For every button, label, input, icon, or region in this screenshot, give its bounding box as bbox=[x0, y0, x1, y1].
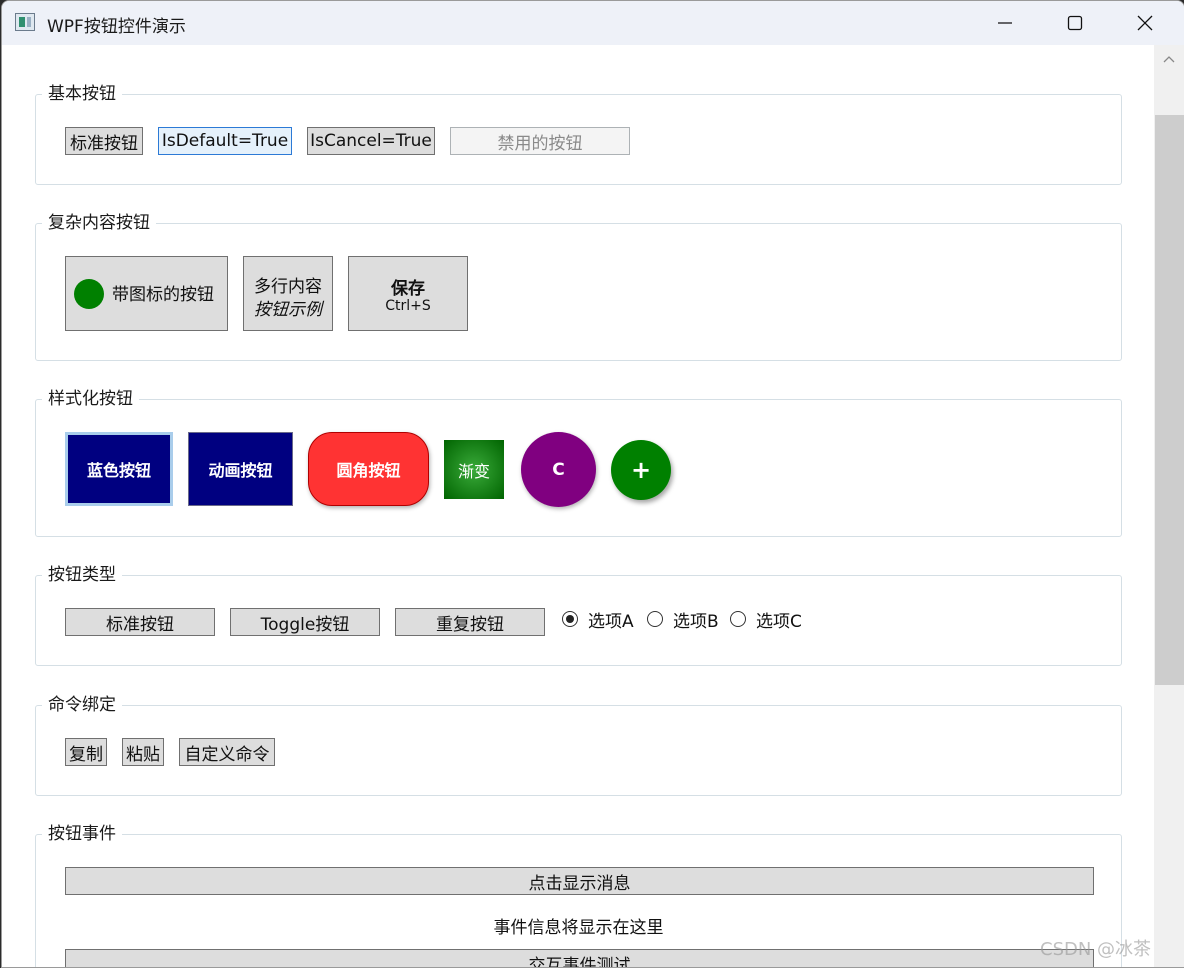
add-button[interactable]: + bbox=[611, 440, 671, 500]
watermark: CSDN @冰茶 bbox=[1040, 939, 1152, 960]
multiline-button[interactable]: 多行内容 按钮示例 bbox=[243, 256, 333, 331]
group-header-types: 按钮类型 bbox=[42, 564, 122, 586]
radio-option-a[interactable]: 选项A bbox=[562, 609, 634, 632]
maximize-button[interactable] bbox=[1040, 1, 1110, 45]
content-area: 基本按钮 标准按钮 IsDefault=True IsCancel=True 禁… bbox=[2, 45, 1154, 967]
radio-unchecked-icon bbox=[730, 611, 746, 627]
group-header-styled: 样式化按钮 bbox=[42, 388, 139, 410]
app-window: WPF按钮控件演示 基本按钮 标准按钮 IsDefault=True IsCan… bbox=[1, 0, 1184, 968]
save-shortcut: Ctrl+S bbox=[385, 298, 431, 314]
paste-button[interactable]: 粘贴 bbox=[122, 738, 164, 766]
toggle-button[interactable]: Toggle按钮 bbox=[230, 608, 380, 636]
standard-button[interactable]: 标准按钮 bbox=[65, 127, 143, 155]
show-message-button[interactable]: 点击显示消息 bbox=[65, 867, 1094, 895]
maximize-icon bbox=[1067, 15, 1083, 31]
circle-button[interactable]: C bbox=[521, 432, 596, 507]
rounded-button[interactable]: 圆角按钮 bbox=[308, 432, 429, 506]
default-button[interactable]: IsDefault=True bbox=[158, 127, 292, 155]
radio-unchecked-icon bbox=[647, 611, 663, 627]
group-header-basic: 基本按钮 bbox=[42, 83, 122, 105]
vertical-scrollbar[interactable] bbox=[1154, 45, 1184, 967]
chevron-up-icon bbox=[1163, 56, 1175, 63]
minimize-icon bbox=[998, 22, 1012, 24]
blue-button[interactable]: 蓝色按钮 bbox=[65, 432, 173, 506]
event-info-text: 事件信息将显示在这里 bbox=[493, 918, 664, 938]
radio-checked-icon bbox=[562, 611, 578, 627]
cancel-button[interactable]: IsCancel=True bbox=[307, 127, 435, 155]
minimize-button[interactable] bbox=[970, 1, 1040, 45]
multiline-line2: 按钮示例 bbox=[254, 300, 322, 320]
window-title: WPF按钮控件演示 bbox=[47, 17, 186, 37]
gradient-button[interactable]: 渐变 bbox=[444, 440, 504, 499]
group-header-complex: 复杂内容按钮 bbox=[42, 212, 156, 234]
radio-option-c[interactable]: 选项C bbox=[730, 609, 802, 632]
group-button-events: 按钮事件 bbox=[35, 823, 1122, 967]
standard-type-button[interactable]: 标准按钮 bbox=[65, 608, 215, 636]
multiline-line1: 多行内容 bbox=[254, 277, 322, 297]
title-bar[interactable]: WPF按钮控件演示 bbox=[2, 1, 1184, 45]
group-header-events: 按钮事件 bbox=[42, 823, 122, 845]
disabled-button: 禁用的按钮 bbox=[450, 127, 630, 155]
icon-button-label: 带图标的按钮 bbox=[112, 285, 214, 305]
repeat-button[interactable]: 重复按钮 bbox=[395, 608, 545, 636]
close-button[interactable] bbox=[1110, 1, 1180, 45]
circle-icon bbox=[74, 279, 104, 309]
save-button[interactable]: 保存 Ctrl+S bbox=[348, 256, 468, 331]
interaction-test-button[interactable]: 交互事件测试 bbox=[65, 949, 1094, 967]
group-header-commands: 命令绑定 bbox=[42, 694, 122, 716]
save-title: 保存 bbox=[391, 279, 425, 299]
scroll-up-button[interactable] bbox=[1154, 45, 1184, 75]
scrollbar-thumb[interactable] bbox=[1155, 115, 1184, 685]
radio-option-b-label: 选项B bbox=[673, 611, 719, 632]
radio-option-a-label: 选项A bbox=[588, 611, 634, 632]
close-icon bbox=[1137, 15, 1153, 31]
animated-button[interactable]: 动画按钮 bbox=[188, 432, 293, 506]
radio-option-b[interactable]: 选项B bbox=[647, 609, 719, 632]
icon-button[interactable]: 带图标的按钮 bbox=[65, 256, 228, 331]
custom-command-button[interactable]: 自定义命令 bbox=[179, 738, 275, 766]
app-icon bbox=[15, 13, 35, 31]
radio-option-c-label: 选项C bbox=[756, 611, 802, 632]
copy-button[interactable]: 复制 bbox=[65, 738, 107, 766]
